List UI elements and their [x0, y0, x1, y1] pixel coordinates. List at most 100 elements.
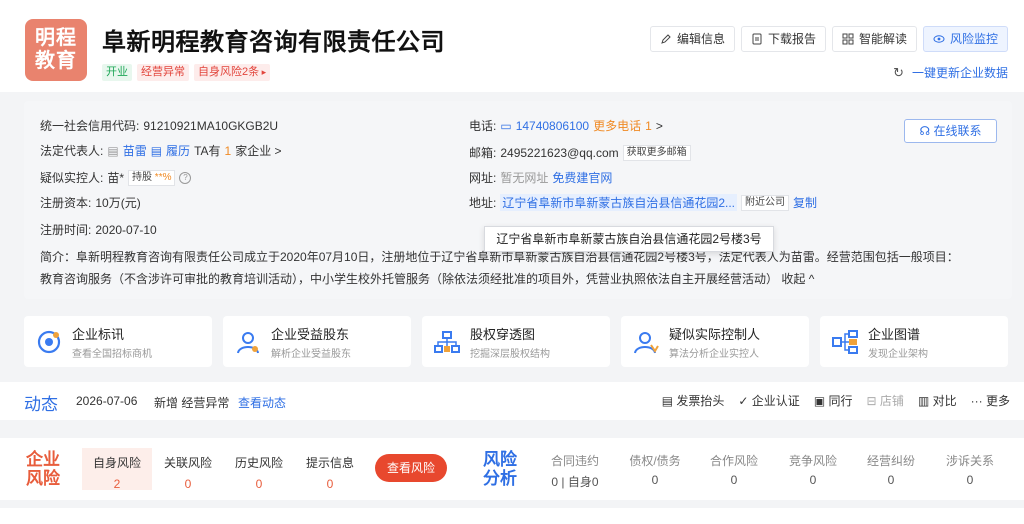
online-contact-button[interactable]: ☊ 在线联系	[904, 119, 997, 143]
bid-icon	[37, 330, 61, 353]
invoice-title-label: 发票抬头	[676, 394, 725, 408]
analysis-contract[interactable]: 合同违约 0 | 自身0	[538, 452, 612, 490]
phone-value[interactable]: 14740806100	[516, 119, 589, 133]
address-tooltip: 辽宁省阜新市阜新蒙古族自治县信通花园2号楼3号	[484, 226, 774, 252]
risk-notice-label: 提示信息	[305, 456, 354, 470]
ai-interpret-button[interactable]: 智能解读	[831, 26, 917, 52]
email-value[interactable]: 2495221623@qq.com	[500, 146, 618, 160]
check-circle-icon: ✓	[738, 394, 749, 408]
resume-icon: ▤	[150, 143, 163, 158]
certify-link[interactable]: ✓ 企业认证	[738, 392, 799, 409]
risk-self-value: 2	[113, 477, 121, 491]
help-icon[interactable]: ?	[179, 171, 192, 184]
analysis-debt[interactable]: 债权/债务 0	[618, 452, 692, 487]
analysis-dispute[interactable]: 经营纠纷 0	[854, 452, 928, 487]
feature-card-equity[interactable]: 股权穿透图 挖掘深层股权结构	[422, 316, 610, 367]
feature-card-beneficiary[interactable]: 企业受益股东 解析企业受益股东	[223, 316, 411, 367]
analysis-litigation[interactable]: 涉诉关系 0	[933, 452, 1007, 487]
risk-monitor-button[interactable]: 风险监控	[922, 26, 1008, 52]
building-icon: ▣	[813, 394, 826, 408]
edit-info-button[interactable]: 编辑信息	[649, 26, 735, 52]
peers-link[interactable]: ▣ 同行	[814, 392, 853, 409]
invoice-icon: ▤	[661, 394, 674, 408]
risk-notice-value: 0	[326, 477, 334, 491]
legal-rep-label: 法定代表人:	[40, 144, 104, 158]
pencil-icon	[661, 34, 671, 44]
analysis-label: 涉诉关系	[945, 454, 994, 468]
capital-value: 10万(元)	[95, 196, 141, 210]
logo-line-2: 教育	[35, 50, 77, 72]
collapse-link[interactable]: 收起 ^	[781, 272, 814, 286]
address-value[interactable]: 辽宁省阜新市阜新蒙古族自治县信通花园2...	[500, 194, 738, 211]
analysis-label: 合作风险	[709, 454, 758, 468]
credit-code-row: 统一社会信用代码: 91210921MA10GKGB2U	[40, 117, 278, 134]
phone-icon: ▭	[500, 118, 512, 133]
feature-title: 企业标讯	[72, 326, 125, 342]
document-icon	[752, 33, 762, 45]
analysis-label: 合同违约	[550, 454, 599, 468]
refresh-data-label: 一键更新企业数据	[911, 66, 1008, 80]
compare-link[interactable]: ▥ 对比	[918, 392, 957, 409]
more-link[interactable]: ··· 更多	[971, 392, 1010, 409]
risk-related[interactable]: 关联风险 0	[153, 448, 223, 491]
feature-title: 疑似实际控制人	[669, 326, 761, 342]
status-badge-abnormal[interactable]: 经营异常	[137, 64, 189, 81]
nearby-companies-button[interactable]: 附近公司	[741, 194, 790, 211]
ai-interpret-label: 智能解读	[858, 32, 907, 46]
more-email-button[interactable]: 获取更多邮箱	[622, 144, 691, 161]
analysis-value: 0	[887, 473, 895, 487]
equity-icon	[434, 330, 460, 353]
chevron-right-icon: >	[655, 118, 663, 133]
feature-sub: 解析企业受益股东	[271, 348, 351, 360]
controller-icon	[634, 331, 659, 353]
capital-label: 注册资本:	[40, 196, 92, 210]
enterprise-risk-heading-2: 风险	[26, 469, 60, 488]
risk-monitor-label: 风险监控	[949, 32, 998, 46]
feature-card-graph[interactable]: 企业图谱 发现企业架构	[820, 316, 1008, 367]
intro-line-2: 教育咨询服务（不含涉许可审批的教育培训活动），中小学生校外托管服务（除依法须经批…	[40, 272, 779, 286]
ta-suffix-link[interactable]: 家企业 >	[235, 142, 281, 159]
status-badge-open: 开业	[102, 64, 132, 81]
download-report-button[interactable]: 下载报告	[740, 26, 826, 52]
website-row: 网址: 暂无网址 免费建官网	[469, 169, 612, 186]
invoice-title-link[interactable]: ▤ 发票抬头	[662, 392, 725, 409]
person-icon: ▤	[107, 143, 119, 158]
ai-icon	[842, 33, 854, 45]
address-label: 地址:	[469, 196, 497, 210]
feature-card-bids[interactable]: 企业标讯查看全国招标商机	[24, 316, 212, 367]
view-dynamics-link[interactable]: 查看动态	[238, 394, 286, 411]
company-logo: 明程 教育	[25, 19, 87, 81]
enterprise-risk-heading-1: 企业	[26, 450, 60, 469]
check-risk-button[interactable]: 查看风险	[375, 454, 447, 482]
risk-history[interactable]: 历史风险 0	[224, 448, 294, 491]
build-site-link[interactable]: 免费建官网	[552, 169, 612, 186]
feature-sub: 查看全国招标商机	[72, 348, 152, 360]
action-toolbar: 编辑信息 下载报告 智能解读 风险监控	[649, 26, 1008, 52]
peers-label: 同行	[828, 394, 853, 408]
risk-notice[interactable]: 提示信息 0	[295, 448, 365, 491]
controller-value: 苗*	[107, 171, 125, 185]
risk-self-label: 自身风险	[92, 456, 141, 470]
headset-icon: ☊	[919, 124, 931, 138]
more-phones-link[interactable]: 更多电话	[593, 117, 641, 134]
credit-code-value: 91210921MA10GKGB2U	[143, 118, 279, 133]
analysis-competition[interactable]: 竞争风险 0	[776, 452, 850, 487]
shop-link[interactable]: ⊟ 店铺	[867, 392, 904, 409]
logo-line-1: 明程	[35, 27, 77, 49]
resume-link[interactable]: 履历	[166, 142, 190, 159]
legal-rep-link[interactable]: 苗雷	[123, 142, 147, 159]
risk-self[interactable]: 自身风险 2	[82, 448, 152, 491]
analysis-cooperation[interactable]: 合作风险 0	[697, 452, 771, 487]
status-badge-risk[interactable]: 自身风险2条	[194, 64, 271, 81]
ta-count: 1	[224, 143, 232, 158]
analysis-label: 债权/债务	[629, 454, 681, 468]
analysis-value: 0	[966, 473, 974, 487]
feature-card-controller[interactable]: 疑似实际控制人 算法分析企业实控人	[621, 316, 809, 367]
graph-icon	[832, 329, 858, 354]
copy-address-link[interactable]: 复制	[793, 194, 817, 211]
credit-code-label: 统一社会信用代码:	[40, 119, 140, 133]
analysis-value: 0	[651, 473, 659, 487]
refresh-data-link[interactable]: ↻ 一键更新企业数据	[893, 64, 1008, 81]
download-report-label: 下载报告	[767, 32, 816, 46]
legal-rep-row: 法定代表人: ▤ 苗雷 ▤ 履历 TA有 1 家企业 >	[40, 142, 282, 159]
